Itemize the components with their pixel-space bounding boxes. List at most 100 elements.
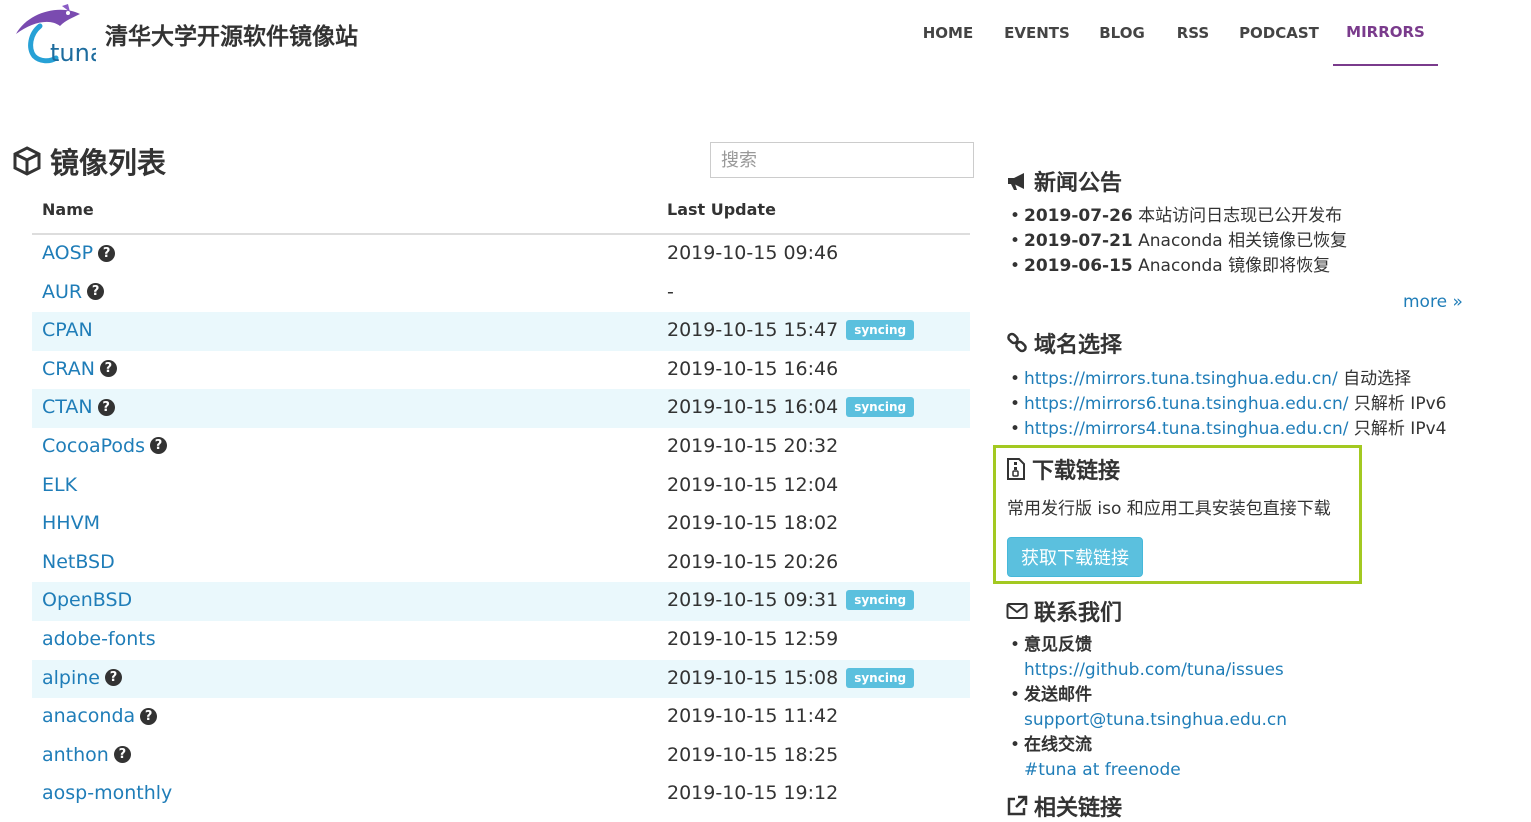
help-icon[interactable]: ?: [98, 244, 116, 262]
table-row: alpine? 2019-10-15 15:08 syncing: [32, 659, 970, 699]
last-update-cell: 2019-10-15 18:25: [667, 743, 839, 766]
nav-rss[interactable]: RSS: [1172, 0, 1214, 66]
cube-icon: [13, 146, 41, 176]
mirror-name-cell: ELK: [42, 474, 77, 496]
news-item[interactable]: • 2019-07-26 本站访问日志现已公开发布: [1006, 204, 1347, 229]
mirror-link[interactable]: aosp-monthly: [42, 782, 172, 804]
email-link[interactable]: support@tuna.tsinghua.edu.cn: [1024, 708, 1287, 733]
contact-heading: 联系我们: [1006, 595, 1122, 627]
domain-heading: 域名选择: [1006, 327, 1122, 359]
last-update-cell: 2019-10-15 12:04: [667, 473, 839, 496]
nav-mirrors[interactable]: MIRRORS: [1333, 0, 1438, 66]
domain-link[interactable]: https://mirrors.tuna.tsinghua.edu.cn/: [1024, 367, 1338, 392]
irc-link[interactable]: #tuna at freenode: [1024, 758, 1181, 783]
help-icon[interactable]: ?: [97, 398, 115, 416]
mirror-link[interactable]: CPAN: [42, 319, 93, 341]
related-heading: 相关链接: [1006, 790, 1122, 822]
domain-list: • https://mirrors.tuna.tsinghua.edu.cn/ 自…: [1006, 367, 1446, 442]
mirror-link[interactable]: AOSP: [42, 242, 93, 264]
nav-podcast[interactable]: PODCAST: [1238, 0, 1320, 66]
table-row: adobe-fonts 2019-10-15 12:59: [32, 621, 970, 660]
mirror-name-cell: CPAN: [42, 319, 93, 341]
mirror-name-cell: CTAN?: [42, 396, 115, 418]
mirror-name-cell: anaconda?: [42, 705, 158, 727]
domain-link[interactable]: https://mirrors4.tuna.tsinghua.edu.cn/: [1024, 417, 1349, 442]
svg-text:tuna: tuna: [50, 39, 96, 66]
table-row: ELK 2019-10-15 12:04: [32, 467, 970, 506]
site-title[interactable]: 清华大学开源软件镜像站: [105, 17, 358, 51]
news-item[interactable]: • 2019-06-15 Anaconda 镜像即将恢复: [1006, 254, 1347, 279]
get-download-link-button[interactable]: 获取下载链接: [1007, 537, 1143, 577]
help-icon[interactable]: ?: [99, 360, 117, 378]
table-header: Name Last Update: [32, 190, 970, 235]
table-row: anthon? 2019-10-15 18:25: [32, 737, 970, 776]
status-badge: syncing: [846, 590, 915, 611]
status-badge: syncing: [846, 667, 915, 688]
mirror-link[interactable]: CTAN: [42, 396, 93, 418]
help-icon[interactable]: ?: [105, 669, 122, 687]
last-update-cell: 2019-10-15 15:08 syncing: [667, 667, 915, 689]
table-row: CTAN? 2019-10-15 16:04 syncing: [32, 389, 970, 428]
table-row: anaconda? 2019-10-15 11:42: [32, 698, 970, 737]
nav-home[interactable]: HOME: [918, 0, 978, 66]
help-icon[interactable]: ?: [113, 746, 131, 764]
tuna-logo[interactable]: tuna: [10, 4, 96, 66]
domain-link[interactable]: https://mirrors6.tuna.tsinghua.edu.cn/: [1024, 392, 1349, 417]
contact-list: • 意见反馈 https://github.com/tuna/issues • 发送…: [1006, 633, 1287, 783]
nav-events[interactable]: EVENTS: [1002, 0, 1072, 66]
table-row: NetBSD 2019-10-15 20:26: [32, 544, 970, 583]
last-update-cell: 2019-10-15 11:42: [667, 705, 839, 728]
mirror-link[interactable]: AUR: [42, 281, 82, 303]
mirror-link[interactable]: HHVM: [42, 512, 100, 534]
news-item[interactable]: • 2019-07-21 Anaconda 相关镜像已恢复: [1006, 229, 1347, 254]
mirror-list-title: 镜像列表: [50, 146, 167, 180]
mirror-link[interactable]: adobe-fonts: [42, 628, 156, 650]
column-update-header: Last Update: [667, 200, 776, 219]
table-row: CPAN 2019-10-15 15:47 syncing: [32, 312, 970, 351]
last-update-cell: -: [667, 280, 674, 303]
table-row: aosp-monthly 2019-10-15 19:12: [32, 775, 970, 814]
mirror-link[interactable]: anaconda: [42, 705, 135, 727]
domain-item: • https://mirrors.tuna.tsinghua.edu.cn/ 自…: [1006, 367, 1446, 392]
top-navbar: tuna 清华大学开源软件镜像站 HOME EVENTS BLOG RSS PO…: [0, 0, 1531, 80]
mirror-name-cell: CocoaPods?: [42, 435, 167, 457]
more-news-link[interactable]: more »: [1403, 292, 1463, 312]
mirror-name-cell: HHVM: [42, 512, 100, 534]
mirror-link[interactable]: OpenBSD: [42, 589, 132, 611]
mirror-name-cell: anthon?: [42, 744, 131, 766]
last-update-cell: 2019-10-15 20:32: [667, 434, 839, 457]
last-update-cell: 2019-10-15 09:31 syncing: [667, 589, 915, 611]
status-badge: syncing: [846, 320, 915, 341]
mirror-link[interactable]: NetBSD: [42, 551, 115, 573]
last-update-cell: 2019-10-15 16:46: [667, 357, 839, 380]
mirror-name-cell: AOSP?: [42, 242, 116, 264]
envelope-icon: [1006, 603, 1028, 619]
domain-item: • https://mirrors6.tuna.tsinghua.edu.cn/ …: [1006, 392, 1446, 417]
mirror-name-cell: AUR?: [42, 281, 105, 303]
nav-blog[interactable]: BLOG: [1096, 0, 1148, 66]
link-icon: [1007, 332, 1027, 353]
table-row: CRAN? 2019-10-15 16:46: [32, 351, 970, 390]
mirror-table: Name Last Update AOSP? 2019-10-15 09:46 AU…: [32, 190, 970, 814]
mirror-name-cell: NetBSD: [42, 551, 115, 573]
help-icon[interactable]: ?: [149, 437, 167, 455]
search-input[interactable]: [710, 142, 974, 178]
table-row: AUR? -: [32, 274, 970, 313]
feedback-link[interactable]: https://github.com/tuna/issues: [1024, 658, 1284, 683]
mirror-name-cell: alpine?: [42, 667, 122, 689]
mirror-name-cell: OpenBSD: [42, 589, 132, 611]
last-update-cell: 2019-10-15 12:59: [667, 627, 839, 650]
mirror-link[interactable]: CRAN: [42, 358, 95, 380]
mirror-link[interactable]: CocoaPods: [42, 435, 145, 457]
mirror-link[interactable]: ELK: [42, 474, 77, 496]
contact-label: • 发送邮件: [1009, 685, 1092, 705]
news-list: • 2019-07-26 本站访问日志现已公开发布 • 2019-07-21 Ana…: [1006, 204, 1347, 279]
bullhorn-icon: [1008, 173, 1024, 190]
mirror-link[interactable]: anthon: [42, 744, 109, 766]
help-icon[interactable]: ?: [87, 283, 105, 301]
mirror-link[interactable]: alpine: [42, 667, 100, 689]
table-row: AOSP? 2019-10-15 09:46: [32, 235, 970, 274]
domain-item: • https://mirrors4.tuna.tsinghua.edu.cn/ …: [1006, 417, 1446, 442]
last-update-cell: 2019-10-15 09:46: [667, 242, 839, 264]
help-icon[interactable]: ?: [140, 707, 158, 725]
